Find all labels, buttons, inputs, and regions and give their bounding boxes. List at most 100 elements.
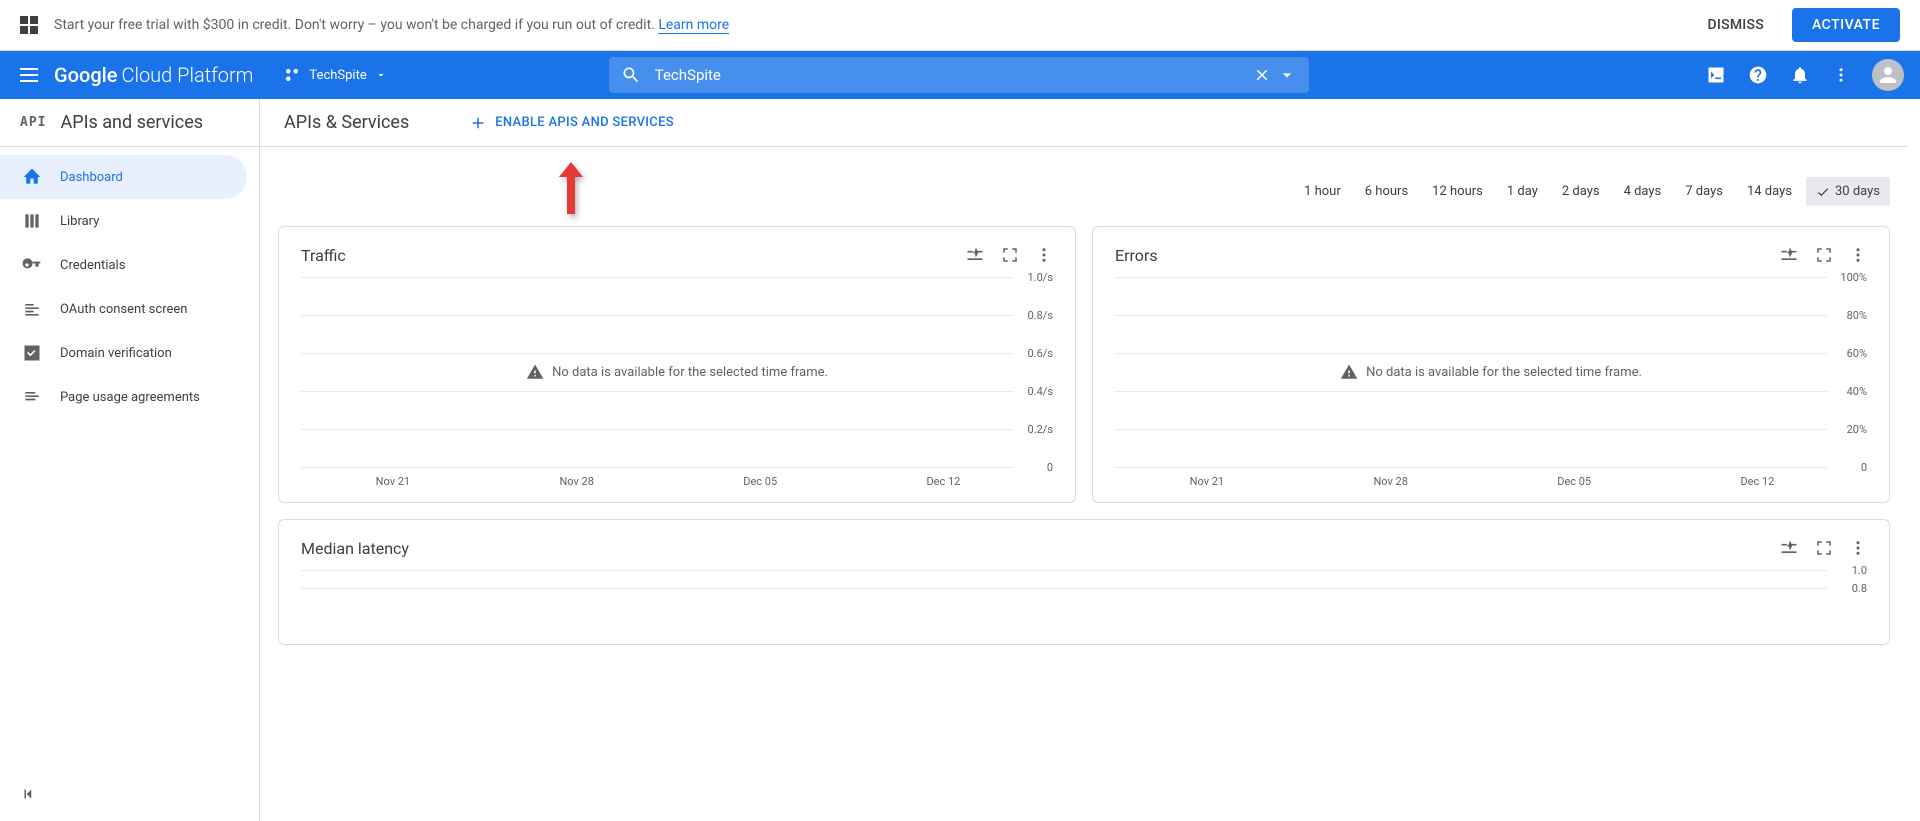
fullscreen-icon[interactable] [1001,246,1019,264]
library-icon [22,211,42,231]
y-tick: 100% [1831,271,1867,284]
y-tick: 60% [1831,347,1867,360]
y-tick: 40% [1831,385,1867,398]
legend-toggle-icon[interactable] [965,245,985,265]
top-right-actions [1706,59,1904,91]
time-range-option[interactable]: 7 days [1675,177,1733,206]
sidebar-item-library[interactable]: Library [0,199,259,243]
chart-card: Median latency 1.00.8 [278,519,1890,645]
sidebar-item-oauth[interactable]: OAuth consent screen [0,287,259,331]
time-range-option[interactable]: 1 day [1497,177,1548,206]
y-tick: 1.0 [1831,564,1867,577]
sidebar-item-domain[interactable]: Domain verification [0,331,259,375]
time-range-option[interactable]: 14 days [1737,177,1802,206]
agreements-icon [22,387,42,407]
chart-title: Traffic [301,246,949,265]
time-range-selector: 1 hour6 hours12 hours1 day2 days4 days7 … [260,147,1908,226]
sidebar-title: APIs and services [60,112,203,133]
y-tick: 0.8 [1831,582,1867,595]
chart-body: 1.0/s0.8/s0.6/s0.4/s0.2/s0No data is ava… [301,277,1053,467]
warning-icon [1340,363,1358,381]
sidebar-item-agreements[interactable]: Page usage agreements [0,375,259,419]
chevron-down-icon[interactable] [1277,65,1297,85]
more-vert-icon[interactable] [1849,539,1867,557]
chart-body: 1.00.8 [301,570,1867,630]
more-vert-icon[interactable] [1035,246,1053,264]
cloud-shell-icon[interactable] [1706,65,1726,85]
warning-icon [526,363,544,381]
fullscreen-icon[interactable] [1815,246,1833,264]
y-tick: 20% [1831,423,1867,436]
sidebar-nav: Dashboard Library Credentials OAuth cons… [0,155,259,771]
y-tick: 0.8/s [1017,309,1053,322]
notifications-icon[interactable] [1790,65,1810,85]
verified-icon [22,343,42,363]
y-tick: 1.0/s [1017,271,1053,284]
activate-button[interactable]: ACTIVATE [1792,8,1900,42]
help-icon[interactable] [1748,65,1768,85]
sidebar-item-dashboard[interactable]: Dashboard [0,155,247,199]
time-range-option[interactable]: 30 days [1806,177,1890,206]
y-tick: 0.4/s [1017,385,1053,398]
legend-toggle-icon[interactable] [1779,245,1799,265]
sidebar: API APIs and services Dashboard Library … [0,99,260,821]
x-tick: Nov 28 [559,475,593,488]
chart-card: Errors 100% 80% 60% 40% 20% 0 No data is avail… [1092,226,1890,503]
logo[interactable]: Google Cloud Platform [54,63,253,87]
plus-icon [469,114,487,132]
collapse-sidebar[interactable] [0,771,259,821]
top-bar: Google Cloud Platform TechSpite [0,51,1920,99]
chart-title: Median latency [301,539,1763,558]
x-tick: Dec 12 [926,475,960,488]
x-axis: Nov 21Nov 28Dec 05Dec 12 [1093,467,1889,488]
chart-title: Errors [1115,246,1763,265]
key-icon [22,255,42,275]
enable-apis-button[interactable]: ENABLE APIS AND SERVICES [469,114,674,132]
more-vert-icon[interactable] [1849,246,1867,264]
chart-body: 100%80%60%40%20%0No data is available fo… [1115,277,1867,467]
clear-icon[interactable] [1253,66,1271,84]
sidebar-header: API APIs and services [0,99,259,147]
promo-text: Start your free trial with $300 in credi… [54,17,1679,33]
search-bar[interactable] [609,57,1309,93]
chevron-left-icon [20,785,38,803]
project-picker[interactable]: TechSpite [273,60,396,90]
no-data-message: No data is available for the selected ti… [1340,363,1642,381]
more-vert-icon[interactable] [1832,66,1850,84]
y-tick: 0.6/s [1017,347,1053,360]
time-range-option[interactable]: 12 hours [1422,177,1493,206]
chart-card: Traffic 1.0/s0.8/s0.6/s0.4/s0.2/s0No dat… [278,226,1076,503]
x-tick: Nov 21 [1190,475,1224,488]
legend-toggle-icon[interactable] [1779,538,1799,558]
time-range-option[interactable]: 6 hours [1355,177,1418,206]
y-tick: 80% [1831,309,1867,322]
dashboard-icon [22,167,42,187]
search-icon [621,65,641,85]
dismiss-button[interactable]: DISMISS [1695,9,1776,41]
account-avatar[interactable] [1872,59,1904,91]
y-tick: 0 [1831,461,1867,474]
time-range-option[interactable]: 4 days [1614,177,1672,206]
time-range-option[interactable]: 1 hour [1294,177,1351,206]
content-area: APIs & Services ENABLE APIS AND SERVICES… [260,99,1920,821]
sidebar-item-label: Library [60,214,99,229]
fullscreen-icon[interactable] [1815,539,1833,557]
sidebar-item-label: Page usage agreements [60,390,200,405]
learn-more-link[interactable]: Learn more [658,17,729,34]
page-title: APIs & Services [284,112,409,133]
promo-bar: Start your free trial with $300 in credi… [0,0,1920,51]
x-tick: Dec 05 [743,475,777,488]
time-range-option[interactable]: 2 days [1552,177,1610,206]
search-input[interactable] [655,66,1247,84]
consent-icon [22,299,42,319]
logo-light: Cloud Platform [121,63,253,87]
page-header: APIs & Services ENABLE APIS AND SERVICES [260,99,1908,147]
x-tick: Nov 28 [1373,475,1407,488]
logo-bold: Google [54,63,117,87]
sidebar-item-credentials[interactable]: Credentials [0,243,259,287]
chevron-down-icon [375,69,387,81]
hamburger-menu-icon[interactable] [16,64,42,86]
x-tick: Dec 05 [1557,475,1591,488]
enable-apis-label: ENABLE APIS AND SERVICES [495,115,674,130]
x-tick: Nov 21 [376,475,410,488]
